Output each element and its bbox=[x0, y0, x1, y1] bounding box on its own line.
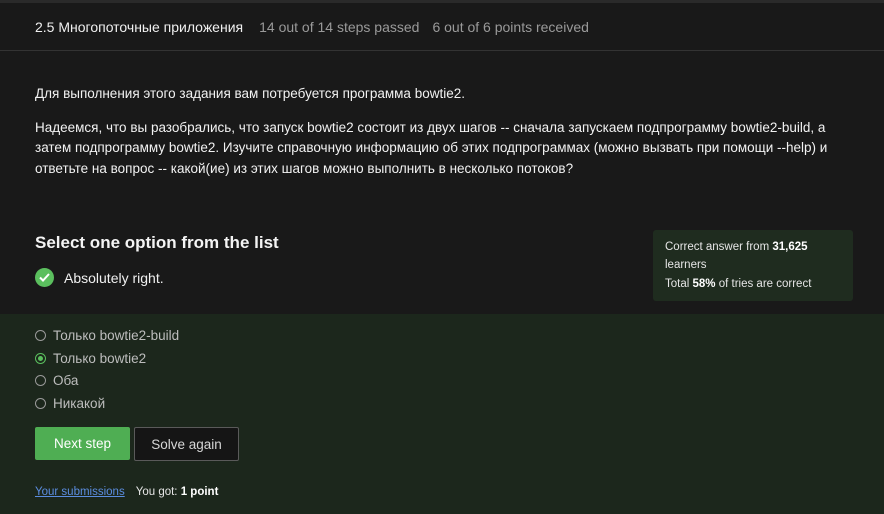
steps-status: 14 out of 14 steps passed bbox=[259, 18, 420, 35]
your-submissions-link[interactable]: Your submissions bbox=[35, 486, 125, 498]
option-both[interactable]: Оба bbox=[35, 373, 78, 388]
stats-total-line: Total 58% of tries are correct bbox=[665, 276, 841, 294]
feedback-status: Absolutely right. bbox=[35, 268, 164, 287]
stats-learners-count: 31,625 bbox=[772, 241, 808, 253]
score-summary: You got: 1 point bbox=[136, 486, 219, 498]
stats-total-prefix: Total bbox=[665, 278, 693, 290]
radio-unchecked-icon[interactable] bbox=[35, 398, 46, 409]
task-paragraph-1: Для выполнения этого задания вам потребу… bbox=[35, 86, 465, 101]
option-only-build[interactable]: Только bowtie2-build bbox=[35, 328, 179, 343]
score-value: 1 point bbox=[180, 486, 219, 498]
stats-percent: 58% bbox=[692, 278, 716, 290]
next-step-button[interactable]: Next step bbox=[35, 427, 130, 460]
submission-footer: Your submissions You got: 1 point bbox=[35, 486, 218, 498]
checkmark-icon bbox=[35, 268, 54, 287]
stats-correct-line: Correct answer from 31,625 learners bbox=[665, 239, 841, 274]
score-prefix: You got: bbox=[135, 486, 181, 498]
stats-correct-prefix: Correct answer from bbox=[665, 241, 773, 253]
option-label: Только bowtie2 bbox=[53, 351, 147, 366]
option-label: Оба bbox=[53, 373, 79, 388]
task-paragraph-2: Надеемся, что вы разобрались, что запуск… bbox=[35, 119, 828, 176]
option-label: Никакой bbox=[53, 396, 106, 411]
lesson-header: 2.5 Многопоточные приложения 14 out of 1… bbox=[0, 3, 884, 51]
option-label: Только bowtie2-build bbox=[53, 328, 180, 343]
radio-unchecked-icon[interactable] bbox=[35, 330, 46, 341]
stats-learners-suffix: learners bbox=[665, 258, 707, 271]
option-none[interactable]: Никакой bbox=[35, 396, 105, 411]
option-only-bowtie2[interactable]: Только bowtie2 bbox=[35, 351, 146, 366]
radio-unchecked-icon[interactable] bbox=[35, 375, 46, 386]
radio-checked-icon[interactable] bbox=[35, 353, 46, 364]
task-description: Для выполнения этого задания вам потребу… bbox=[35, 84, 855, 179]
feedback-status-text: Absolutely right. bbox=[64, 269, 164, 286]
solve-again-button[interactable]: Solve again bbox=[134, 427, 239, 461]
lesson-title[interactable]: 2.5 Многопоточные приложения bbox=[35, 19, 243, 35]
options-area: Только bowtie2-build Только bowtie2 Оба … bbox=[0, 314, 884, 514]
quiz-title: Select one option from the list bbox=[35, 233, 279, 252]
stats-total-suffix: of tries are correct bbox=[715, 278, 812, 290]
answer-stats-panel: Correct answer from 31,625 learners Tota… bbox=[653, 230, 853, 301]
points-status: 6 out of 6 points received bbox=[432, 18, 589, 35]
